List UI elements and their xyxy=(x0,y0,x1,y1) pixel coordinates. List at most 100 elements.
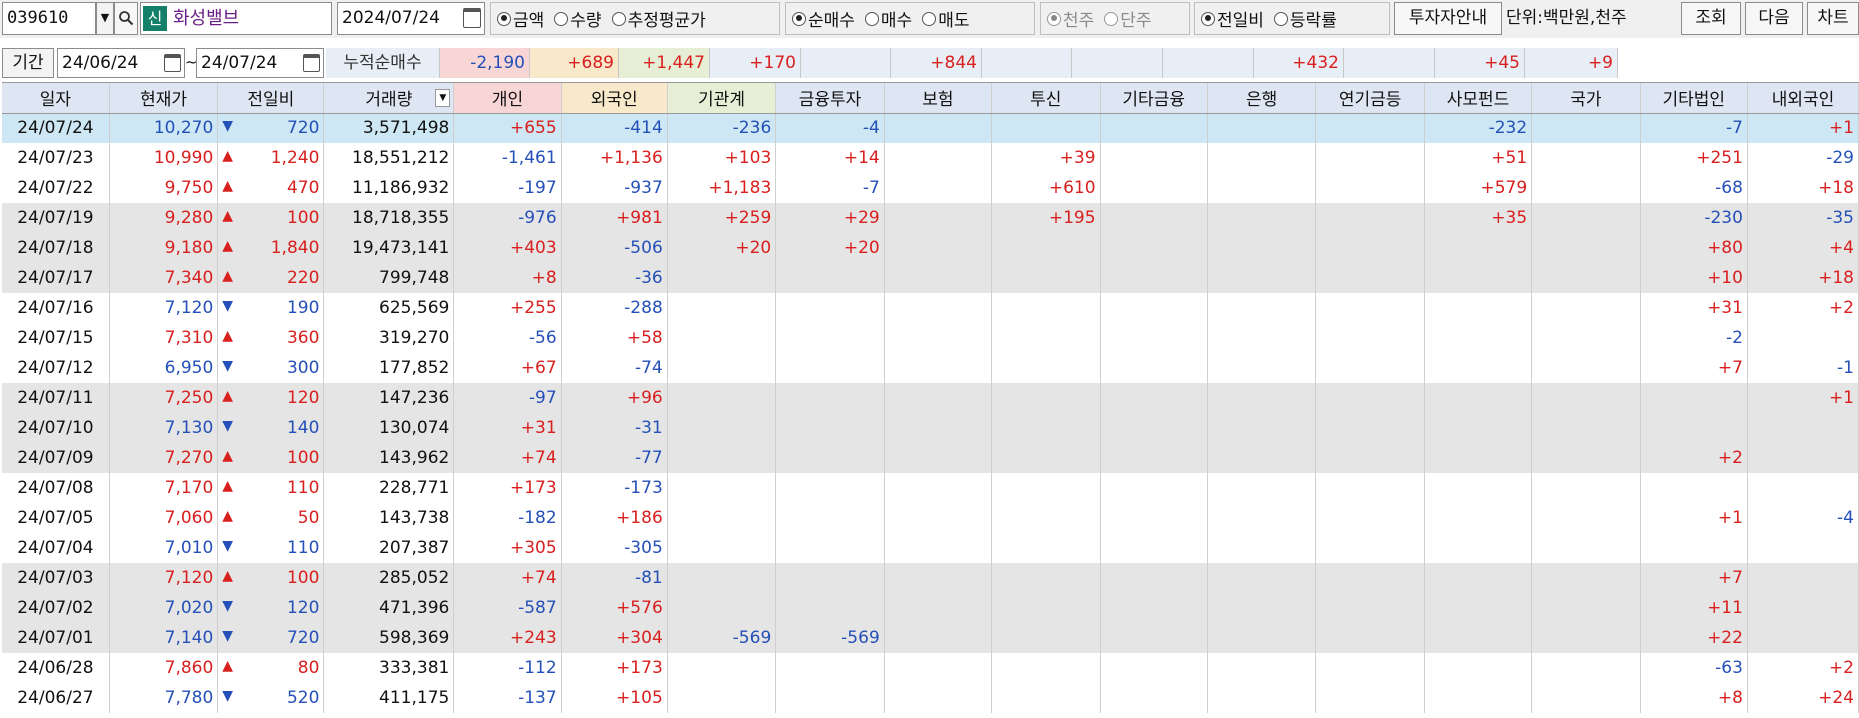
radio-group1-0[interactable]: 금액 xyxy=(497,6,544,31)
table-row[interactable]: 24/07/15 7,310 ▲ 360 319,270 -56 +58 -2 xyxy=(2,323,1859,353)
column-header-4[interactable]: 개인 xyxy=(453,83,562,114)
investor-value-cell xyxy=(884,413,993,443)
table-row[interactable]: 24/07/17 7,340 ▲ 220 799,748 +8 -36 +10 +18 xyxy=(2,263,1859,293)
radio-group2-1[interactable]: 매수 xyxy=(864,6,912,31)
investor-guide-button[interactable]: 투자자안내 xyxy=(1394,2,1502,35)
radio-group2-0[interactable]: 순매수 xyxy=(792,6,855,31)
radio-group2-2[interactable]: 매도 xyxy=(922,6,969,31)
table-row[interactable]: 24/07/09 7,270 ▲ 100 143,962 +74 -77 +2 xyxy=(2,443,1859,473)
date-cell: 24/07/18 xyxy=(2,233,110,263)
stock-code-input[interactable]: 039610 xyxy=(2,2,96,35)
investor-value-cell xyxy=(1315,233,1425,263)
investor-value-cell xyxy=(1424,653,1533,683)
radio-label: 천주 xyxy=(1063,11,1095,31)
radio-group4-0[interactable]: 전일비 xyxy=(1201,6,1264,31)
period-from-input[interactable]: 24/06/24 xyxy=(57,48,185,78)
period-to-input[interactable]: 24/07/24 xyxy=(196,48,324,78)
column-header-7[interactable]: 금융투자 xyxy=(775,83,885,114)
table-row[interactable]: 24/07/19 9,280 ▲ 100 18,718,355 -976 +981 +259 +… xyxy=(2,203,1859,233)
table-row[interactable]: 24/07/11 7,250 ▲ 120 147,236 -97 +96 +1 xyxy=(2,383,1859,413)
column-header-6[interactable]: 기관계 xyxy=(667,83,777,114)
column-header-13[interactable]: 사모펀드 xyxy=(1424,83,1533,114)
cumulative-value xyxy=(1344,48,1435,78)
column-header-1[interactable]: 현재가 xyxy=(109,83,219,114)
date-cell: 24/07/15 xyxy=(2,323,110,353)
table-row[interactable]: 24/07/05 7,060 ▲ 50 143,738 -182 +186 +1 -4 xyxy=(2,503,1859,533)
trade-type-radio-group: 순매수 매수 매도 xyxy=(785,2,1035,35)
share-unit-radio-group: 천주 단주 xyxy=(1040,2,1190,35)
price-cell: 7,020 xyxy=(109,593,219,623)
table-row[interactable]: 24/07/02 7,020 ▼ 120 471,396 -587 +576 +11 xyxy=(2,593,1859,623)
investor-value-cell xyxy=(884,293,993,323)
investor-value-cell: +7 xyxy=(1640,353,1748,383)
investor-value-cell xyxy=(1531,473,1641,503)
volume-cell: 411,175 xyxy=(323,683,455,713)
change-cell: ▲ 360 xyxy=(217,323,325,353)
volume-cell: 625,569 xyxy=(323,293,455,323)
column-header-15[interactable]: 기타법인 xyxy=(1640,83,1748,114)
table-row[interactable]: 24/07/16 7,120 ▼ 190 625,569 +255 -288 +31 +2 xyxy=(2,293,1859,323)
radio-group3-1[interactable]: 단주 xyxy=(1104,6,1152,31)
change-value: 100 xyxy=(286,208,320,228)
table-row[interactable]: 24/07/04 7,010 ▼ 110 207,387 +305 -305 xyxy=(2,533,1859,563)
investor-value-cell: +103 xyxy=(667,143,777,173)
query-date-input[interactable]: 2024/07/24 xyxy=(337,2,485,35)
column-header-5[interactable]: 외국인 xyxy=(561,83,668,114)
volume-cell: 285,052 xyxy=(323,563,455,593)
investor-value-cell: -74 xyxy=(561,353,668,383)
price-cell: 6,950 xyxy=(109,353,219,383)
table-row[interactable]: 24/06/28 7,860 ▲ 80 333,381 -112 +173 -63 +2 xyxy=(2,653,1859,683)
price-cell: 7,120 xyxy=(109,563,219,593)
investor-value-cell: +14 xyxy=(775,143,885,173)
investor-value-cell xyxy=(775,473,885,503)
column-header-0[interactable]: 일자 xyxy=(2,83,110,114)
radio-group1-1[interactable]: 수량 xyxy=(554,6,602,31)
column-header-10[interactable]: 기타금융 xyxy=(1100,83,1208,114)
radio-group1-2[interactable]: 추정평균가 xyxy=(611,6,706,31)
column-header-11[interactable]: 은행 xyxy=(1207,83,1317,114)
chart-button[interactable]: 차트 xyxy=(1807,2,1859,35)
radio-group3-0[interactable]: 천주 xyxy=(1047,6,1094,31)
table-row[interactable]: 24/07/08 7,170 ▲ 110 228,771 +173 -173 xyxy=(2,473,1859,503)
investor-value-cell: +2 xyxy=(1640,443,1748,473)
table-row[interactable]: 24/07/10 7,130 ▼ 140 130,074 +31 -31 xyxy=(2,413,1859,443)
calendar-icon[interactable] xyxy=(463,8,481,28)
table-row[interactable]: 24/07/01 7,140 ▼ 720 598,369 +243 +304 -569 -569… xyxy=(2,623,1859,653)
investor-value-cell xyxy=(1207,683,1317,713)
investor-value-cell: -182 xyxy=(453,503,562,533)
column-header-2[interactable]: 전일비 xyxy=(217,83,325,114)
table-row[interactable]: 24/07/24 10,270 ▼ 720 3,571,498 +655 -414 -236-… xyxy=(2,113,1859,143)
table-row[interactable]: 24/07/18 9,180 ▲ 1,840 19,473,141 +403 -506 +20… xyxy=(2,233,1859,263)
investor-value-cell: +195 xyxy=(991,203,1101,233)
table-row[interactable]: 24/06/27 7,780 ▼ 520 411,175 -137 +105 +8 +24 xyxy=(2,683,1859,713)
table-row[interactable]: 24/07/12 6,950 ▼ 300 177,852 +67 -74 +7 -1 xyxy=(2,353,1859,383)
investor-value-cell xyxy=(667,683,777,713)
column-header-8[interactable]: 보험 xyxy=(884,83,993,114)
investor-value-cell xyxy=(1531,623,1641,653)
next-button[interactable]: 다음 xyxy=(1745,2,1803,35)
investor-value-cell xyxy=(1100,263,1208,293)
code-dropdown-button[interactable]: ▼ xyxy=(96,2,114,35)
calendar-icon[interactable] xyxy=(164,54,181,72)
query-button[interactable]: 조회 xyxy=(1681,2,1741,35)
column-header-16[interactable]: 내외국인 xyxy=(1747,83,1859,114)
volume-cell: 177,852 xyxy=(323,353,455,383)
price-cell: 7,340 xyxy=(109,263,219,293)
column-header-3[interactable]: 거래량 ▼ xyxy=(323,83,455,114)
column-header-9[interactable]: 투신 xyxy=(991,83,1101,114)
radio-dot-icon xyxy=(1047,11,1061,26)
calendar-icon[interactable] xyxy=(303,54,320,72)
radio-group4-1[interactable]: 등락률 xyxy=(1273,6,1337,31)
investor-trade-table[interactable]: 일자 현재가 전일비 거래량 ▼ 개인 외국인 기관계 금융투자 보험 투신 기타금융 은행 연기금등 사모… xyxy=(2,82,1859,718)
search-button[interactable] xyxy=(114,2,138,35)
column-header-14[interactable]: 국가 xyxy=(1531,83,1641,114)
table-row[interactable]: 24/07/03 7,120 ▲ 100 285,052 +74 -81 +7 xyxy=(2,563,1859,593)
up-arrow-icon: ▲ xyxy=(222,448,234,464)
investor-value-cell: +243 xyxy=(453,623,562,653)
table-row[interactable]: 24/07/23 10,990 ▲ 1,240 18,551,212 -1,461 +1,1… xyxy=(2,143,1859,173)
column-header-12[interactable]: 연기금등 xyxy=(1315,83,1425,114)
table-row[interactable]: 24/07/22 9,750 ▲ 470 11,186,932 -197 -937 +1,18… xyxy=(2,173,1859,203)
sort-dropdown-icon[interactable]: ▼ xyxy=(435,89,451,107)
investor-value-cell xyxy=(1100,683,1208,713)
investor-value-cell xyxy=(667,563,777,593)
